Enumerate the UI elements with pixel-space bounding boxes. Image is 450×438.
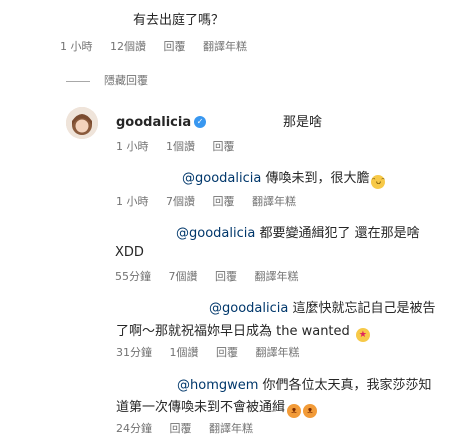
comment-time: 31分鐘 (116, 346, 152, 359)
divider-line (66, 80, 90, 82)
comment-meta: 1 小時 12個讚 回覆 翻譯年糕 (60, 38, 261, 54)
star-struck-face-icon: ★ (355, 328, 370, 342)
comment-time: 1 小時 (60, 40, 93, 53)
comment-text-line1: @homgwem 你們各位太天真，我家莎莎知 (177, 374, 432, 393)
comment-body: 都要變通緝犯了 還在那是啥 (259, 226, 420, 241)
reply-button[interactable]: 回覆 (213, 140, 235, 153)
comment-header: goodalicia ✓ (116, 111, 207, 130)
weary-cat-icon: ᴥ (303, 404, 318, 418)
comment-text: @goodalicia 傳喚未到，很大膽 ᵔᴗᵔ (182, 167, 386, 189)
comment-meta: 1 小時 7個讚 回覆 翻譯年糕 (116, 193, 310, 209)
translate-button[interactable]: 翻譯年糕 (255, 270, 299, 283)
laughing-face-icon: ᵔᴗᵔ (371, 175, 386, 189)
like-count[interactable]: 1個讚 (170, 346, 199, 359)
hide-replies-label: 隱藏回覆 (104, 74, 148, 87)
mention-link[interactable]: @goodalicia (209, 301, 288, 316)
username[interactable]: goodalicia (116, 115, 191, 130)
mention-link[interactable]: @homgwem (177, 378, 258, 393)
mention-link[interactable]: @goodalicia (182, 171, 261, 186)
comment-text-line1: @goodalicia 都要變通緝犯了 還在那是啥 (176, 222, 420, 241)
translate-button[interactable]: 翻譯年糕 (203, 40, 247, 53)
like-count[interactable]: 7個讚 (169, 270, 198, 283)
comment-time: 1 小時 (116, 195, 149, 208)
weary-cat-icon: ᴥ (287, 404, 302, 418)
comment-text: 那是啥 (283, 115, 323, 130)
comment-text-line2: XDD (115, 245, 144, 260)
comment-body: 了啊～那就祝福妳早日成為 the wanted (116, 324, 350, 339)
translate-button[interactable]: 翻譯年糕 (252, 195, 296, 208)
comment-meta: 1 小時 1個讚 回覆 (116, 138, 249, 154)
comment-time: 1 小時 (116, 140, 149, 153)
reply-button[interactable]: 回覆 (216, 346, 238, 359)
avatar[interactable] (66, 107, 98, 139)
comment-meta: 55分鐘 7個讚 回覆 翻譯年糕 (115, 268, 313, 284)
mention-link[interactable]: @goodalicia (176, 226, 255, 241)
reply-button[interactable]: 回覆 (164, 40, 186, 53)
comment-body: 你們各位太天真，我家莎莎知 (262, 378, 432, 393)
comment-text-line1: @goodalicia 這麼快就忘記自己是被告 (209, 297, 435, 316)
comment-time: 55分鐘 (115, 270, 151, 283)
comment-body: 傳喚未到，很大膽 (265, 171, 370, 186)
comment-text-line2: 了啊～那就祝福妳早日成為 the wanted ★ (116, 320, 370, 342)
comment-text-line2: 道第一次傳喚未到不會被通緝 ᴥ ᴥ (116, 396, 318, 418)
reply-button[interactable]: 回覆 (215, 270, 237, 283)
hide-replies-button[interactable]: 隱藏回覆 (66, 72, 148, 88)
reply-button[interactable]: 回覆 (213, 195, 235, 208)
comment-time: 24分鐘 (116, 422, 152, 435)
translate-button[interactable]: 翻譯年糕 (256, 346, 300, 359)
avatar-image (66, 107, 98, 139)
translate-button[interactable]: 翻譯年糕 (209, 422, 253, 435)
comment-body: 道第一次傳喚未到不會被通緝 (116, 400, 286, 415)
like-count[interactable]: 12個讚 (110, 40, 146, 53)
like-count[interactable]: 7個讚 (166, 195, 195, 208)
reply-button[interactable]: 回覆 (170, 422, 192, 435)
comment-text: 有去出庭了嗎？ (133, 13, 225, 28)
like-count[interactable]: 1個讚 (166, 140, 195, 153)
verified-badge-icon: ✓ (194, 115, 207, 128)
comment-meta: 24分鐘 回覆 翻譯年糕 (116, 420, 267, 436)
comment-meta: 31分鐘 1個讚 回覆 翻譯年糕 (116, 344, 314, 360)
comment-body: 這麼快就忘記自己是被告 (292, 301, 436, 316)
